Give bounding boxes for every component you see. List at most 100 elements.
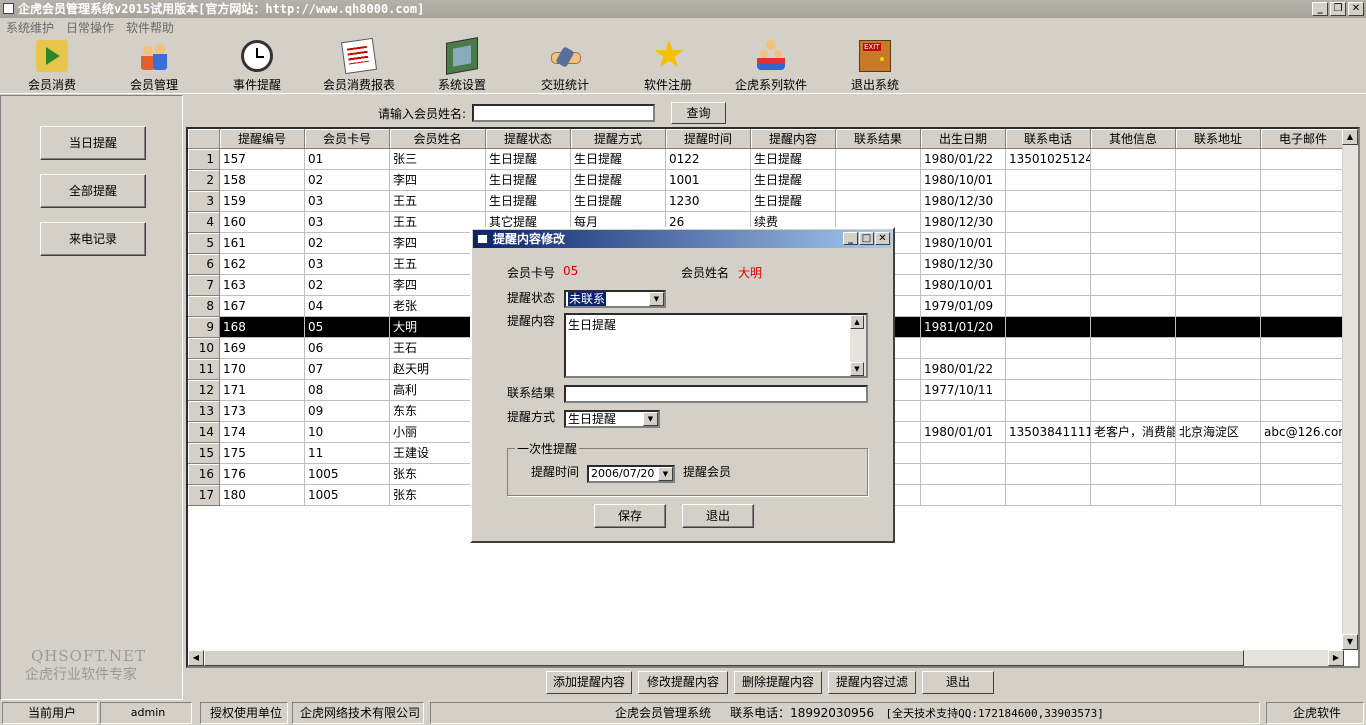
row-number[interactable]: 6 xyxy=(188,254,220,275)
time-datepicker[interactable]: 2006/07/20 ▼ xyxy=(587,465,675,483)
horizontal-scrollbar[interactable]: ◀ ▶ xyxy=(188,650,1344,666)
toolbar-shift-statistics[interactable]: 交班统计 xyxy=(515,40,615,93)
delete-reminder-button[interactable]: 删除提醒内容 xyxy=(734,671,822,694)
row-number[interactable]: 5 xyxy=(188,233,220,254)
table-cell xyxy=(1006,443,1091,464)
status-select[interactable]: 未联系 ▼ xyxy=(564,290,666,308)
toolbar-system-settings[interactable]: 系统设置 xyxy=(412,37,512,93)
today-reminder-button[interactable]: 当日提醒 xyxy=(40,126,146,160)
all-reminders-button[interactable]: 全部提醒 xyxy=(40,174,146,208)
toolbar-member-management[interactable]: 会员管理 xyxy=(104,40,204,93)
table-row[interactable]: 3 159 03 王五 生日提醒 生日提醒 1230 生日提醒 1980/12/30 xyxy=(188,191,1346,212)
row-number[interactable]: 11 xyxy=(188,359,220,380)
row-number[interactable]: 16 xyxy=(188,464,220,485)
row-number[interactable]: 2 xyxy=(188,170,220,191)
column-header[interactable]: 提醒编号 xyxy=(220,129,305,149)
row-header-corner xyxy=(188,129,220,149)
table-cell: 李四 xyxy=(390,170,486,191)
mode-select-value: 生日提醒 xyxy=(568,412,617,426)
column-header[interactable]: 其他信息 xyxy=(1091,129,1176,149)
column-header[interactable]: 提醒内容 xyxy=(751,129,836,149)
result-input[interactable] xyxy=(564,385,868,403)
row-number[interactable]: 1 xyxy=(188,149,220,170)
restore-button[interactable]: ❐ xyxy=(1330,2,1346,16)
dialog-close-button[interactable]: ✕ xyxy=(875,232,890,245)
row-number[interactable]: 13 xyxy=(188,401,220,422)
row-number[interactable]: 3 xyxy=(188,191,220,212)
column-header[interactable]: 联系电话 xyxy=(1006,129,1091,149)
toolbar-qihu-series[interactable]: 企虎系列软件 xyxy=(721,40,821,93)
table-cell: 生日提醒 xyxy=(571,149,666,170)
row-number[interactable]: 8 xyxy=(188,296,220,317)
call-records-button[interactable]: 来电记录 xyxy=(40,222,146,256)
column-header[interactable]: 提醒状态 xyxy=(486,129,571,149)
menu-system[interactable]: 系统维护 xyxy=(6,19,54,37)
add-reminder-button[interactable]: 添加提醒内容 xyxy=(546,671,632,694)
toolbar-member-consumption[interactable]: 会员消费 xyxy=(2,40,102,93)
table-cell xyxy=(1261,338,1346,359)
row-number[interactable]: 17 xyxy=(188,485,220,506)
row-number[interactable]: 14 xyxy=(188,422,220,443)
filter-reminder-button[interactable]: 提醒内容过滤 xyxy=(828,671,916,694)
save-button[interactable]: 保存 xyxy=(594,504,666,528)
query-button[interactable]: 查询 xyxy=(671,102,727,124)
table-cell xyxy=(1006,296,1091,317)
edit-reminder-button[interactable]: 修改提醒内容 xyxy=(638,671,728,694)
toolbar-software-registration[interactable]: 软件注册 xyxy=(618,34,718,93)
column-header[interactable]: 电子邮件 xyxy=(1261,129,1346,149)
row-number[interactable]: 7 xyxy=(188,275,220,296)
dialog-maximize-button[interactable]: □ xyxy=(859,232,874,245)
scroll-left-icon[interactable]: ◀ xyxy=(188,650,204,666)
column-header[interactable]: 会员卡号 xyxy=(305,129,390,149)
scroll-down-icon[interactable]: ▼ xyxy=(850,362,864,376)
dialog-exit-button[interactable]: 退出 xyxy=(682,504,754,528)
scroll-down-icon[interactable]: ▼ xyxy=(1342,634,1358,650)
chevron-down-icon[interactable]: ▼ xyxy=(649,292,664,306)
column-header[interactable]: 出生日期 xyxy=(921,129,1006,149)
dialog-minimize-button[interactable]: _ xyxy=(843,232,858,245)
column-header[interactable]: 会员姓名 xyxy=(390,129,486,149)
vertical-scrollbar[interactable]: ▲ ▼ xyxy=(1342,129,1358,650)
table-cell: 10 xyxy=(305,422,390,443)
table-cell: 1977/10/11 xyxy=(921,380,1006,401)
row-number[interactable]: 15 xyxy=(188,443,220,464)
table-row[interactable]: 1 157 01 张三 生日提醒 生日提醒 0122 生日提醒 1980/01/22 135010… xyxy=(188,149,1346,170)
table-cell xyxy=(1091,212,1176,233)
close-button[interactable]: ✕ xyxy=(1348,2,1364,16)
toolbar-event-reminder[interactable]: 事件提醒 xyxy=(207,40,307,93)
table-cell xyxy=(1006,275,1091,296)
window-controls: _ ❐ ✕ xyxy=(1312,2,1364,16)
people-icon xyxy=(138,40,170,72)
column-header[interactable]: 提醒方式 xyxy=(571,129,666,149)
toolbar-exit-system[interactable]: 退出系统 xyxy=(825,40,925,93)
time-label: 提醒时间 xyxy=(531,465,580,479)
table-row[interactable]: 2 158 02 李四 生日提醒 生日提醒 1001 生日提醒 1980/10/01 xyxy=(188,170,1346,191)
column-header[interactable]: 联系地址 xyxy=(1176,129,1261,149)
row-number[interactable]: 10 xyxy=(188,338,220,359)
content-scrollbar[interactable]: ▲ ▼ xyxy=(850,315,866,376)
row-number[interactable]: 4 xyxy=(188,212,220,233)
exit-button[interactable]: 退出 xyxy=(922,671,994,694)
menu-daily[interactable]: 日常操作 xyxy=(66,19,114,37)
column-header[interactable]: 联系结果 xyxy=(836,129,921,149)
toolbar-consumption-report[interactable]: 会员消费报表 xyxy=(309,37,409,93)
column-header[interactable]: 提醒时间 xyxy=(666,129,751,149)
table-cell xyxy=(1006,212,1091,233)
scroll-up-icon[interactable]: ▲ xyxy=(850,315,864,329)
table-cell: 08 xyxy=(305,380,390,401)
scroll-thumb[interactable] xyxy=(204,650,1244,666)
dialog-titlebar: 提醒内容修改 _ □ ✕ xyxy=(473,230,892,248)
menu-help[interactable]: 软件帮助 xyxy=(126,19,174,37)
content-textarea[interactable]: 生日提醒 ▲ ▼ xyxy=(564,313,868,378)
mode-select[interactable]: 生日提醒 ▼ xyxy=(564,410,660,428)
scroll-right-icon[interactable]: ▶ xyxy=(1328,650,1344,666)
row-number[interactable]: 12 xyxy=(188,380,220,401)
chevron-down-icon[interactable]: ▼ xyxy=(658,467,673,481)
member-name-input[interactable] xyxy=(472,104,656,122)
chevron-down-icon[interactable]: ▼ xyxy=(643,412,658,426)
table-cell xyxy=(1261,254,1346,275)
minimize-button[interactable]: _ xyxy=(1312,2,1328,16)
scroll-up-icon[interactable]: ▲ xyxy=(1342,129,1358,145)
table-cell xyxy=(1176,317,1261,338)
row-number[interactable]: 9 xyxy=(188,317,220,338)
